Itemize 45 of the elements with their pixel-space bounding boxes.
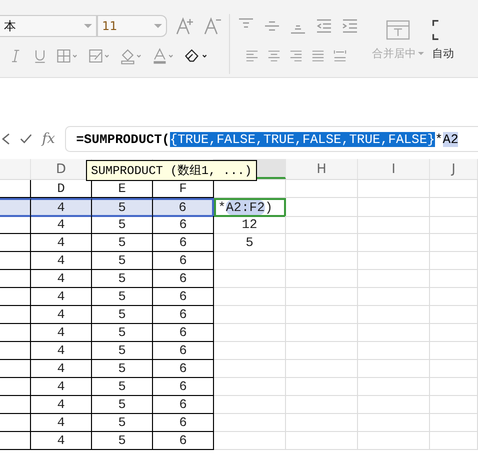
table-cell: 4 — [31, 432, 92, 450]
table-cell: 4 — [31, 234, 92, 252]
table-cell: 4 — [31, 270, 92, 288]
table-cell: 4 — [31, 324, 92, 342]
table-cell: 4 — [31, 216, 92, 234]
table-cell: 4 — [31, 342, 92, 360]
table-cell: 5 — [92, 216, 153, 234]
table-cell: 6 — [153, 396, 214, 414]
table-cell: 12 — [214, 216, 286, 234]
table-cell: 5 — [92, 270, 153, 288]
table-cell: 5 — [92, 324, 153, 342]
table-cell: 6 — [153, 270, 214, 288]
table-cell: 5 — [214, 234, 286, 252]
table-cell: 4 — [31, 378, 92, 396]
table-cell: 6 — [153, 324, 214, 342]
table-cell: 6 — [153, 216, 214, 234]
table-cell: 4 — [31, 414, 92, 432]
table-cell: 5 — [92, 198, 153, 217]
table-cell: 4 — [31, 396, 92, 414]
table-cell: 6 — [153, 252, 214, 270]
table-cell: 5 — [92, 432, 153, 450]
table-cell: 5 — [92, 414, 153, 432]
table-cell: 5 — [92, 378, 153, 396]
table-cell: 5 — [92, 288, 153, 306]
table-cell: 4 — [31, 198, 92, 217]
table-cell: 5 — [92, 252, 153, 270]
table-cell: 5 — [92, 306, 153, 324]
table-cell: 4 — [31, 360, 92, 378]
table-cell: 6 — [153, 432, 214, 450]
table-cell: 6 — [153, 306, 214, 324]
table-cell: 6 — [153, 234, 214, 252]
function-tooltip: SUMPRODUCT (数组1, ...) — [86, 160, 257, 181]
table-cell: 6 — [153, 414, 214, 432]
table-cell: 6 — [153, 378, 214, 396]
table-cell: 5 — [92, 342, 153, 360]
table-cell: 4 — [31, 306, 92, 324]
table-cell: 4 — [31, 288, 92, 306]
table-cell: 4 — [31, 252, 92, 270]
table-cell: 6 — [153, 342, 214, 360]
table-cell: 5 — [92, 396, 153, 414]
table-cell: 5 — [92, 234, 153, 252]
table-cell: 5 — [92, 360, 153, 378]
table-cell: 6 — [153, 198, 214, 217]
table-cell: 6 — [153, 288, 214, 306]
table-cell: 6 — [153, 360, 214, 378]
